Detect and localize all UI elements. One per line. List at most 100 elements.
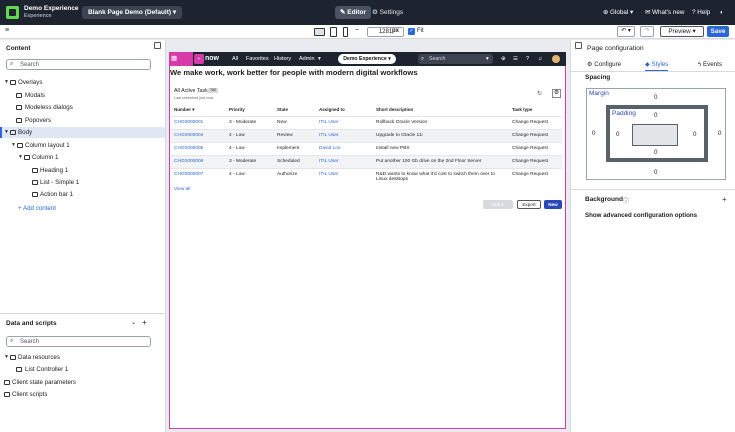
info-icon[interactable]: ⓘ <box>623 196 629 205</box>
table-row[interactable]: CHG0000004 4 - Low Review ITIL User Upgr… <box>170 129 562 142</box>
chevron-down-icon[interactable]: ▾ <box>318 56 321 62</box>
caret-down-icon[interactable]: ▼ <box>4 352 9 363</box>
add-icon[interactable]: + <box>722 195 727 204</box>
desktop-icon[interactable] <box>314 28 325 36</box>
column-header-task-type[interactable]: Task type <box>512 107 532 112</box>
body-component-tag[interactable]: ▦ Body <box>169 52 193 76</box>
table-row[interactable]: CHG0000005 4 - Low Implement David Loo I… <box>170 142 562 155</box>
preview-button[interactable]: Preview ▾ <box>660 26 704 37</box>
nav-admin[interactable]: Admin <box>299 56 315 62</box>
sort-down-icon: ▾ <box>192 107 195 112</box>
tab-events[interactable]: ϟ Events <box>698 60 722 70</box>
cell-number[interactable]: CHG0000005 <box>174 146 203 151</box>
cell-number[interactable]: CHG0000001 <box>174 120 203 125</box>
chevron-down-icon[interactable]: ▾ <box>486 56 489 62</box>
gear-icon[interactable]: ⚙ <box>552 89 561 98</box>
table-row[interactable]: CHG0000007 4 - Low Authorize ITIL User R… <box>170 168 562 184</box>
chat-icon[interactable]: ☰ <box>513 56 518 62</box>
tree-item-popovers[interactable]: Popovers <box>0 115 165 126</box>
cell-number[interactable]: CHG0000006 <box>174 159 203 164</box>
column-header-number[interactable]: Number ▾ <box>174 107 195 113</box>
column-header-state[interactable]: State <box>277 107 288 112</box>
tab-configure[interactable]: ⚙ Configure <box>587 60 621 70</box>
collapse-panel-icon[interactable] <box>154 42 161 49</box>
cell-assigned[interactable]: ITIL User <box>319 120 339 125</box>
mobile-icon[interactable] <box>343 27 348 37</box>
save-button[interactable]: Save <box>707 26 729 37</box>
scope-pill[interactable]: Demo Experience ▾ <box>338 54 396 64</box>
margin-left-value[interactable]: 0 <box>592 130 595 137</box>
whats-new-button[interactable]: ✉ What's new <box>645 6 684 19</box>
tablet-icon[interactable] <box>330 27 337 37</box>
nav-favorites[interactable]: Favorites <box>246 56 269 62</box>
padding-bottom-value[interactable]: 0 <box>654 149 657 156</box>
content-search-input[interactable]: ⌕ Search <box>6 59 151 70</box>
tree-item-body[interactable]: ▼ Body <box>0 127 165 138</box>
tree-item-list-simple[interactable]: List - Simple 1 <box>0 177 165 188</box>
tree-item-overlays[interactable]: ▼ Overlays <box>0 77 165 88</box>
caret-down-icon[interactable]: ▼ <box>4 77 9 88</box>
data-search-input[interactable]: ⌕ Search <box>6 336 151 347</box>
add-content-link[interactable]: + Add content <box>18 205 56 212</box>
table-row[interactable]: CHG0000001 3 - Moderate New ITIL User Ro… <box>170 116 562 129</box>
column-header-assigned[interactable]: Assigned to <box>319 107 345 112</box>
fit-checkbox[interactable]: ✓ <box>408 28 415 35</box>
tree-item-modeless-dialogs[interactable]: Modeless dialogs <box>0 102 165 113</box>
refresh-icon[interactable]: ↻ <box>537 90 542 97</box>
nav-all[interactable]: All <box>232 56 238 62</box>
help-icon[interactable]: ? <box>526 56 529 62</box>
redo-button[interactable]: ↷ <box>640 26 654 37</box>
cell-assigned[interactable]: David Loo <box>319 146 341 151</box>
editor-tab[interactable]: ✎ Editor <box>335 6 372 19</box>
menu-icon[interactable]: ≡ <box>5 27 9 34</box>
caret-down-icon[interactable]: ▼ <box>4 127 9 138</box>
chevron-down-icon[interactable]: ⌄ <box>131 319 136 326</box>
cell-assigned[interactable]: ITIL User <box>319 172 339 177</box>
advanced-options-link[interactable]: Show advanced configuration options <box>585 212 697 219</box>
padding-top-value[interactable]: 0 <box>654 112 657 119</box>
tree-item-list-controller[interactable]: List Controller 1 <box>0 364 165 375</box>
export-button[interactable]: Export <box>517 200 541 209</box>
padding-right-value[interactable]: 0 <box>693 131 696 138</box>
cell-number[interactable]: CHG0000004 <box>174 133 203 138</box>
settings-tab[interactable]: ⚙ Settings <box>372 6 403 19</box>
table-row[interactable]: CHG0000006 3 - Moderate Scheduled ITIL U… <box>170 155 562 168</box>
margin-bottom-value[interactable]: 0 <box>654 169 657 176</box>
view-all-link[interactable]: View all <box>174 187 190 192</box>
cell-number[interactable]: CHG0000007 <box>174 172 203 177</box>
help-button[interactable]: ? Help <box>692 6 710 19</box>
avatar[interactable] <box>552 55 560 63</box>
cell-assigned[interactable]: ITIL User <box>319 133 339 138</box>
tree-item-client-state[interactable]: Client state parameters <box>0 377 165 388</box>
tree-item-column[interactable]: ▼ Column 1 <box>0 152 165 163</box>
tree-item-client-scripts[interactable]: Client scripts <box>0 389 165 400</box>
edit-button[interactable]: Edit ▾ <box>483 200 513 209</box>
tree-item-heading[interactable]: Heading 1 <box>0 165 165 176</box>
new-button[interactable]: New <box>544 200 562 209</box>
cell-assigned[interactable]: ITIL User <box>319 159 339 164</box>
theme-toggle-icon[interactable]: ◐ <box>720 6 724 19</box>
caret-down-icon[interactable]: ▼ <box>11 140 16 151</box>
tree-item-data-resources[interactable]: ▼ Data resources <box>0 352 165 363</box>
margin-top-value[interactable]: 0 <box>654 94 657 101</box>
preview-search-input[interactable]: Search <box>418 54 493 64</box>
tree-item-action-bar[interactable]: Action bar 1 <box>0 189 165 200</box>
globe-icon[interactable]: ⊕ <box>501 56 506 62</box>
caret-down-icon[interactable]: ▼ <box>18 152 23 163</box>
add-icon[interactable]: + <box>142 318 147 327</box>
collapse-panel-icon[interactable] <box>575 42 582 49</box>
bell-icon[interactable]: ♫ <box>538 56 542 62</box>
minus-icon[interactable]: − <box>355 27 359 34</box>
tree-item-column-layout[interactable]: ▼ Column layout 1 <box>0 140 165 151</box>
nav-history[interactable]: History <box>274 56 291 62</box>
tree-item-modals[interactable]: Modals <box>0 90 165 101</box>
margin-right-value[interactable]: 0 <box>718 130 721 137</box>
scope-selector[interactable]: ⊕ Global ▾ <box>603 6 633 19</box>
column-header-description[interactable]: Short description <box>376 107 413 112</box>
app-logo-icon[interactable] <box>6 6 19 19</box>
link-icon[interactable]: ⌁ <box>194 54 204 64</box>
column-header-priority[interactable]: Priority <box>229 107 245 112</box>
padding-left-value[interactable]: 0 <box>616 131 619 138</box>
page-selector[interactable]: Blank Page Demo (Default) ▾ <box>82 6 183 19</box>
undo-button[interactable]: ↶ ▾ <box>617 26 635 37</box>
